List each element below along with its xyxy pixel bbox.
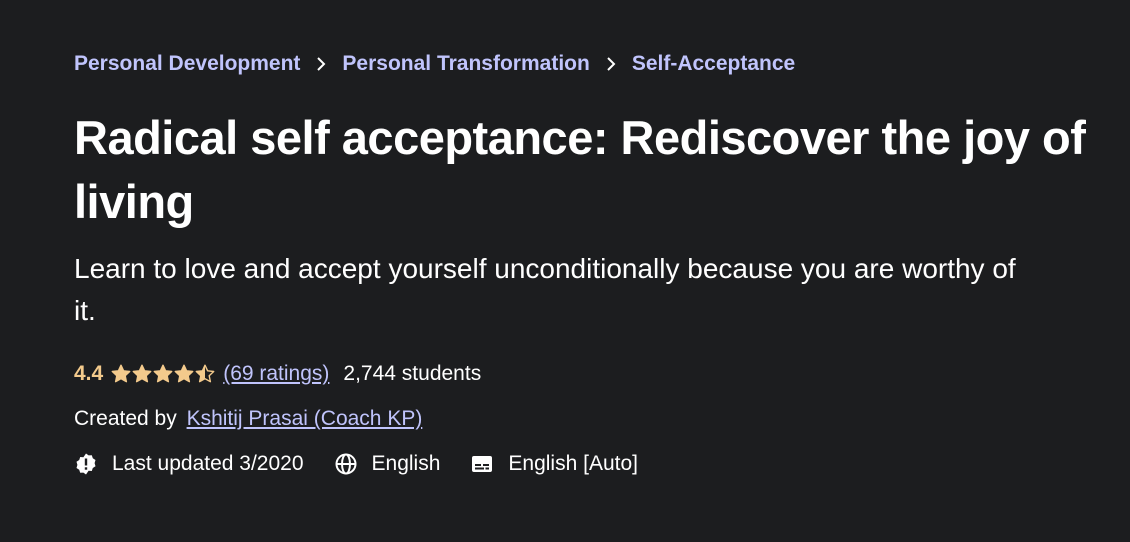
star-rating xyxy=(111,364,215,384)
students-count: 2,744 students xyxy=(343,362,482,385)
last-updated: Last updated 3/2020 xyxy=(74,452,304,476)
created-by-row: Created by Kshitij Prasai (Coach KP) xyxy=(74,407,422,431)
alert-badge-icon xyxy=(74,452,98,476)
chevron-right-icon xyxy=(606,57,616,71)
course-language: English xyxy=(334,452,441,476)
last-updated-text: Last updated 3/2020 xyxy=(112,452,304,475)
created-by-label: Created by xyxy=(74,407,177,430)
rating-value: 4.4 xyxy=(74,362,104,385)
captions-text: English [Auto] xyxy=(508,452,638,475)
star-icon xyxy=(111,364,131,383)
breadcrumb: Personal Development Personal Transforma… xyxy=(74,52,795,76)
globe-icon xyxy=(334,452,358,476)
breadcrumb-item-personal-development[interactable]: Personal Development xyxy=(74,52,300,76)
star-icon xyxy=(132,364,152,383)
star-icon xyxy=(195,364,215,383)
star-icon xyxy=(153,364,173,383)
breadcrumb-item-personal-transformation[interactable]: Personal Transformation xyxy=(342,52,589,76)
course-captions: English [Auto] xyxy=(470,452,638,476)
closed-captions-icon xyxy=(470,452,494,476)
course-meta: Last updated 3/2020 English English [Aut… xyxy=(74,452,668,476)
ratings-count-link[interactable]: (69 ratings) xyxy=(223,362,329,386)
course-subtitle: Learn to love and accept yourself uncond… xyxy=(74,253,1016,326)
breadcrumb-item-self-acceptance[interactable]: Self-Acceptance xyxy=(632,52,795,76)
rating-row: 4.4 (69 ratings) 2,744 students xyxy=(74,362,481,386)
instructor-link[interactable]: Kshitij Prasai (Coach KP) xyxy=(187,407,423,430)
course-title: Radical self acceptance: Rediscover the … xyxy=(74,111,1086,228)
star-icon xyxy=(174,364,194,383)
chevron-right-icon xyxy=(316,57,326,71)
language-text: English xyxy=(371,452,441,475)
